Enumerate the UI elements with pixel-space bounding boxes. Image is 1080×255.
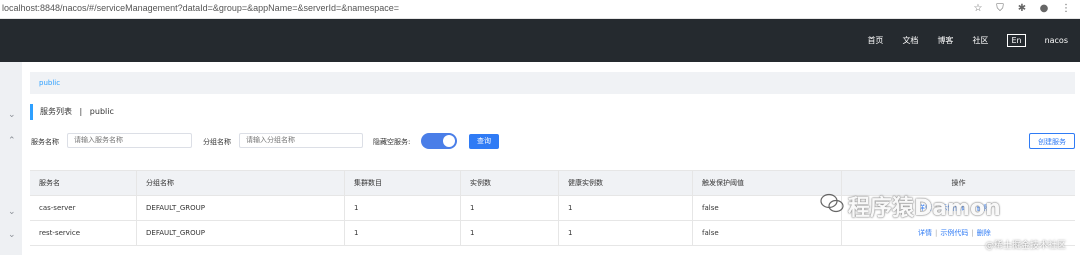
nav-docs[interactable]: 文档 xyxy=(902,35,918,46)
cell-group-name: DEFAULT_GROUP xyxy=(137,221,345,245)
create-service-button[interactable]: 创建服务 xyxy=(1029,133,1075,149)
cell-service-name: cas-server xyxy=(30,196,137,220)
sample-code-link[interactable]: 示例代码 xyxy=(940,229,968,237)
search-button[interactable]: 查询 xyxy=(469,134,499,149)
language-switch[interactable]: En xyxy=(1007,34,1026,47)
op-separator: | xyxy=(971,229,974,237)
shield-icon[interactable]: ⛉ xyxy=(994,2,1006,14)
cell-group-name: DEFAULT_GROUP xyxy=(137,196,345,220)
group-name-label: 分组名称 xyxy=(203,138,231,146)
group-name-input[interactable] xyxy=(239,133,363,148)
extension-icon[interactable]: ✱ xyxy=(1016,2,1028,14)
menu-icon[interactable]: ⋮ xyxy=(1060,2,1072,14)
chevron-down-icon[interactable]: ⌄ xyxy=(8,207,16,217)
hide-empty-toggle[interactable] xyxy=(421,133,457,149)
profile-icon[interactable]: ● xyxy=(1038,2,1050,14)
watermark-footer: @稀土掘金技术社区 xyxy=(985,241,1067,251)
cell-instance-count: 1 xyxy=(461,196,559,220)
user-name[interactable]: nacos xyxy=(1045,36,1068,45)
namespace-bar: public xyxy=(30,72,1075,94)
cell-healthy-count: 1 xyxy=(559,196,693,220)
browser-actions: ☆ ⛉ ✱ ● ⋮ xyxy=(972,2,1072,14)
header-threshold: 触发保护阈值 xyxy=(693,171,842,195)
op-separator: | xyxy=(935,229,938,237)
page-title-text: 服务列表 xyxy=(40,107,72,116)
header-group-name: 分组名称 xyxy=(137,171,345,195)
header-cluster-count: 集群数目 xyxy=(345,171,461,195)
header-healthy-count: 健康实例数 xyxy=(559,171,693,195)
toggle-knob xyxy=(443,135,455,147)
nav-links: 首页 文档 博客 社区 En nacos xyxy=(867,19,1068,62)
header-instance-count: 实例数 xyxy=(461,171,559,195)
chevron-down-icon[interactable]: ⌄ xyxy=(8,230,16,240)
nav-community[interactable]: 社区 xyxy=(972,35,988,46)
cell-service-name: rest-service xyxy=(30,221,137,245)
star-icon[interactable]: ☆ xyxy=(972,2,984,14)
browser-url-bar: localhost:8848/nacos/#/serviceManagement… xyxy=(0,0,1080,19)
cell-instance-count: 1 xyxy=(461,221,559,245)
detail-link[interactable]: 详情 xyxy=(918,229,932,237)
service-name-label: 服务名称 xyxy=(31,138,59,146)
cell-cluster-count: 1 xyxy=(345,196,461,220)
sidebar: ⌄ ⌃ ⌄ ⌄ xyxy=(0,62,22,255)
chevron-up-icon[interactable]: ⌃ xyxy=(8,136,16,146)
cell-healthy-count: 1 xyxy=(559,221,693,245)
hide-empty-label: 隐藏空服务: xyxy=(373,138,411,146)
table-row: rest-service DEFAULT_GROUP 1 1 1 false 详… xyxy=(30,221,1075,246)
title-separator: | xyxy=(79,107,83,116)
page-title: 服务列表 | public xyxy=(30,104,114,120)
delete-link[interactable]: 删除 xyxy=(977,229,991,237)
watermark-text: 程序猿Damon xyxy=(848,196,1001,221)
nav-blog[interactable]: 博客 xyxy=(937,35,953,46)
header-service-name: 服务名 xyxy=(30,171,137,195)
wechat-icon xyxy=(820,193,844,213)
url-text[interactable]: localhost:8848/nacos/#/serviceManagement… xyxy=(2,3,399,13)
cell-threshold: false xyxy=(693,221,842,245)
nav-home[interactable]: 首页 xyxy=(867,35,883,46)
namespace-public-link[interactable]: public xyxy=(39,79,60,87)
cell-cluster-count: 1 xyxy=(345,221,461,245)
title-namespace: public xyxy=(89,107,114,116)
top-navigation: 首页 文档 博客 社区 En nacos xyxy=(0,19,1080,62)
chevron-down-icon[interactable]: ⌄ xyxy=(8,110,16,120)
service-name-input[interactable] xyxy=(67,133,192,148)
